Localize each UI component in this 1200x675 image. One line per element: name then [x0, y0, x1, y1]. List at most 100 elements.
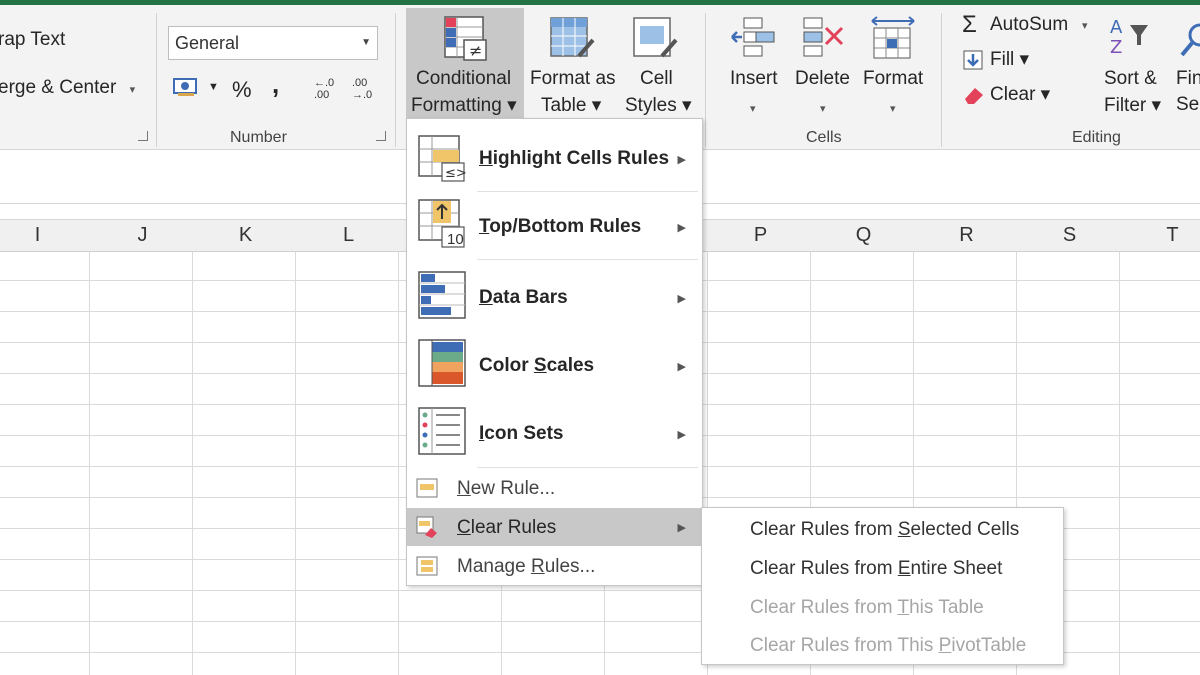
submenu-item-clear-this-pivottable: Clear Rules from This PivotTable: [750, 635, 1027, 656]
icon-sets-icon: [418, 407, 466, 455]
column-header-i[interactable]: I: [0, 224, 89, 247]
fill-label: Fill ▾: [990, 49, 1030, 70]
chevron-down-icon[interactable]: ▼: [208, 81, 219, 93]
color-scales-icon: [418, 339, 466, 387]
insert-cells-icon: [730, 16, 776, 60]
format-cells-button[interactable]: Format ▾: [860, 8, 930, 119]
highlight-cells-icon: ≤>: [418, 135, 467, 183]
accounting-format-icon[interactable]: [172, 75, 200, 99]
group-separator: [705, 13, 706, 147]
menu-item-data-bars[interactable]: Data Bars ▶: [407, 267, 702, 331]
menu-item-label: Color Scales: [479, 355, 595, 376]
svg-text:A: A: [1110, 17, 1123, 38]
decrease-decimal-button[interactable]: .00 →.0: [352, 77, 380, 107]
column-header-s[interactable]: S: [1018, 224, 1121, 247]
number-group-label: Number: [230, 129, 287, 146]
column-header-p[interactable]: P: [709, 224, 812, 247]
merge-center-label: erge & Center: [0, 77, 117, 98]
cell-styles-button[interactable]: Cell Styles ▾: [620, 8, 696, 119]
menu-item-label: Top/Bottom Rules: [479, 216, 642, 237]
magnifier-icon: [1178, 21, 1200, 61]
sort-filter-button[interactable]: A Z Sort & Filter ▾: [1102, 13, 1164, 119]
sort-filter-icon: A Z: [1108, 15, 1154, 59]
chevron-right-icon: ▶: [677, 293, 686, 305]
format-as-table-label-1: Format as: [530, 68, 616, 89]
find-select-label-1: Fin: [1176, 68, 1200, 89]
menu-item-clear-rules[interactable]: Clear Rules ▶: [407, 508, 702, 546]
increase-decimal-top: ←.0: [314, 77, 335, 89]
column-header-r[interactable]: R: [915, 224, 1018, 247]
format-as-table-button[interactable]: Format as Table ▾: [527, 8, 619, 119]
sort-filter-label-2: Filter ▾: [1104, 95, 1162, 116]
clear-rules-submenu: Clear Rules from Selected Cells Clear Ru…: [701, 507, 1064, 665]
new-rule-icon: [415, 476, 439, 500]
find-select-button[interactable]: Fin Sel: [1170, 13, 1200, 119]
chevron-down-icon[interactable]: ▼: [361, 37, 371, 48]
fill-button[interactable]: Fill ▾: [962, 47, 1062, 75]
chevron-right-icon: ▶: [677, 429, 686, 441]
manage-rules-icon: [415, 554, 439, 578]
chevron-right-icon: ▶: [677, 361, 686, 373]
number-launcher-icon[interactable]: [376, 131, 386, 141]
menu-item-label: Manage Rules...: [457, 556, 596, 577]
menu-item-label: New Rule...: [457, 478, 556, 499]
chevron-right-icon: ▶: [677, 154, 686, 166]
chevron-down-icon[interactable]: ▾: [1082, 19, 1088, 32]
column-header-t[interactable]: T: [1121, 224, 1200, 247]
menu-item-label: Clear Rules: [457, 517, 557, 538]
percent-style-button[interactable]: %: [232, 77, 252, 103]
menu-item-color-scales[interactable]: Color Scales ▶: [407, 335, 702, 399]
clear-rules-icon: [415, 515, 439, 539]
sort-filter-label-1: Sort &: [1104, 68, 1157, 89]
column-header-j[interactable]: J: [91, 224, 194, 247]
menu-item-manage-rules[interactable]: Manage Rules...: [407, 548, 702, 585]
svg-text:≠: ≠: [469, 41, 482, 60]
increase-decimal-button[interactable]: ←.0 .00: [314, 77, 342, 107]
sigma-icon: Σ: [962, 11, 977, 38]
top-bottom-badge: 10: [447, 231, 464, 248]
conditional-formatting-menu: ≤> Highlight Cells Rules ▶ 10 Top/Bottom…: [406, 118, 703, 586]
column-header-q[interactable]: Q: [812, 224, 915, 247]
submenu-item-clear-selected-cells[interactable]: Clear Rules from Selected Cells: [750, 519, 1019, 541]
svg-text:Z: Z: [1110, 37, 1122, 58]
insert-cells-button[interactable]: Insert ▾: [722, 8, 786, 119]
number-format-combo[interactable]: General ▼: [168, 26, 378, 60]
format-cells-icon: [870, 16, 916, 60]
menu-separator: [477, 191, 698, 192]
menu-item-top-bottom-rules[interactable]: 10 Top/Bottom Rules ▶: [407, 195, 702, 259]
conditional-formatting-label-1: Conditional: [416, 68, 512, 89]
delete-cells-button[interactable]: Delete ▾: [792, 8, 856, 119]
clear-button[interactable]: Clear ▾: [962, 82, 1062, 110]
conditional-formatting-button[interactable]: ≠ Conditional Formatting ▾: [406, 8, 524, 119]
column-header-l[interactable]: L: [297, 224, 400, 247]
autosum-button[interactable]: Σ AutoSum ▾: [962, 11, 1096, 41]
merge-center-button[interactable]: erge & Center ▾: [0, 77, 135, 99]
wrap-text-button[interactable]: rap Text: [0, 29, 65, 51]
number-format-value: General: [175, 33, 240, 53]
format-as-table-label-2: Table ▾: [541, 95, 602, 116]
column-header-k[interactable]: K: [194, 224, 297, 247]
menu-item-icon-sets[interactable]: Icon Sets ▶: [407, 403, 702, 467]
data-bars-icon: [418, 271, 466, 319]
eraser-icon: [962, 84, 986, 106]
group-separator: [156, 13, 157, 147]
cell-styles-icon: [632, 16, 678, 62]
menu-item-new-rule[interactable]: New Rule...: [407, 470, 702, 507]
chevron-down-icon[interactable]: ▾: [750, 102, 756, 115]
comma-style-button[interactable]: ,: [272, 69, 279, 100]
cell-styles-label-2: Styles ▾: [625, 95, 692, 116]
delete-label: Delete: [795, 68, 850, 89]
delete-cells-icon: [800, 16, 846, 60]
chevron-down-icon[interactable]: ▾: [890, 102, 896, 115]
decrease-decimal-top: .00: [352, 77, 368, 89]
submenu-item-clear-entire-sheet[interactable]: Clear Rules from Entire Sheet: [750, 558, 1002, 580]
chevron-down-icon[interactable]: ▾: [820, 102, 826, 115]
submenu-item-clear-this-table: Clear Rules from This Table: [750, 597, 984, 618]
autosum-label: AutoSum: [990, 14, 1069, 35]
alignment-launcher-icon[interactable]: [138, 131, 148, 141]
chevron-down-icon[interactable]: ▾: [130, 84, 136, 96]
menu-item-highlight-cells-rules[interactable]: ≤> Highlight Cells Rules ▶: [407, 127, 702, 191]
conditional-formatting-icon: ≠: [444, 16, 488, 62]
clear-label: Clear ▾: [990, 84, 1051, 105]
conditional-formatting-label-2: Formatting ▾: [411, 95, 517, 116]
